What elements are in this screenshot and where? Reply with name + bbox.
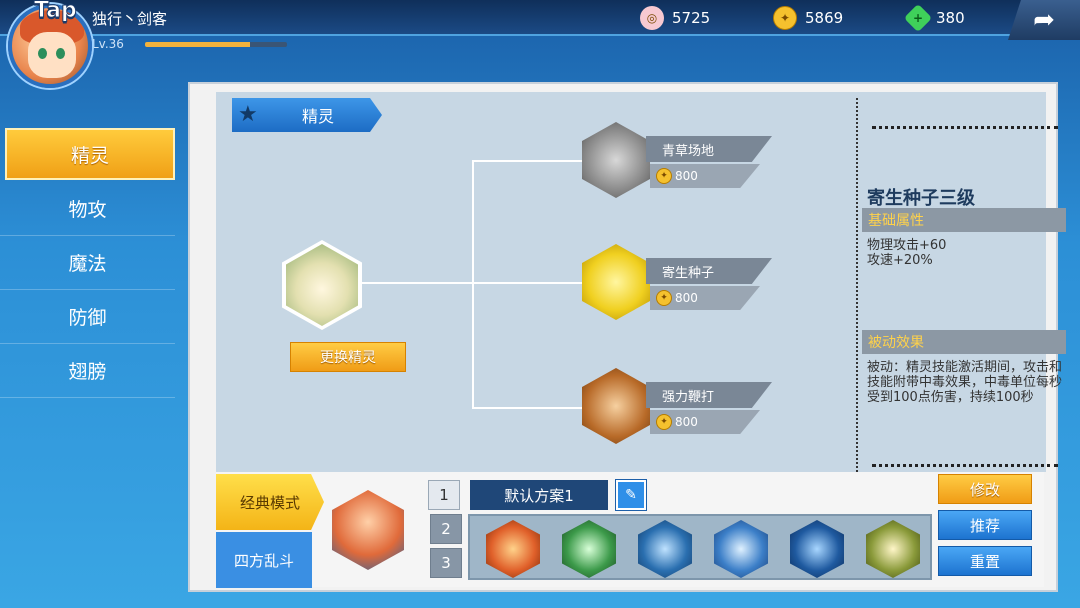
edit-icon[interactable]: ✎ [615, 479, 647, 511]
player-name: 独行丶剑客 [92, 10, 168, 28]
skill-name: 寄生种子 [646, 258, 772, 284]
shell-icon: ◎ [640, 6, 664, 30]
section-title: 精灵 [302, 107, 335, 126]
avatar-eye [38, 48, 47, 59]
sidebar-item-label: 物攻 [68, 199, 107, 221]
tree-connector [354, 282, 474, 284]
base-attr-1: 物理攻击+60 [867, 238, 947, 253]
detail-divider [856, 98, 858, 472]
base-attr-header: 基础属性 [862, 208, 1066, 232]
skill-name: 强力鞭打 [646, 382, 772, 408]
sidebar-item-defense[interactable]: 防御 [0, 290, 175, 344]
gem-amount: 380 [936, 9, 965, 27]
tree-connector [472, 407, 582, 409]
slot-warrior-icon[interactable] [638, 520, 692, 578]
skill-cost-value: 800 [675, 291, 698, 305]
loadout-bar: 经典模式 四方乱斗 1 2 3 默认方案1 ✎ 修改 推荐 重置 [216, 472, 1044, 588]
mode-classic-button[interactable]: 经典模式 [216, 474, 324, 530]
sidebar-item-label: 翅膀 [68, 361, 107, 383]
sidebar-item-magic[interactable]: 魔法 [0, 236, 175, 290]
passive-text: 被动：精灵技能激活期间，攻击和技能附带中毒效果，中毒单位每秒受到100点伤害，持… [867, 360, 1063, 405]
spirit-portrait [286, 244, 358, 326]
avatar-eye [56, 48, 65, 59]
skill-cost: ✦ 800 [650, 410, 760, 434]
main-panel: ★ 精灵 更换精灵 青草场地 ✦ 800 寄生种子 ✦ 800 强力鞭打 ✦ 800 … [188, 82, 1066, 592]
tree-connector [472, 282, 582, 284]
gold-coin-icon: ✦ [656, 168, 672, 184]
equipped-skills [468, 514, 932, 580]
skill-icon-grass-field[interactable] [582, 122, 650, 198]
currency-gem[interactable]: + 380 [903, 3, 965, 33]
passive-header: 被动效果 [862, 330, 1066, 354]
gold-coin-icon: ✦ [773, 6, 797, 30]
xp-bar [145, 42, 287, 47]
skill-icon-leech-seed[interactable] [582, 244, 650, 320]
shell-amount: 5725 [672, 9, 711, 27]
slot-hammer-icon[interactable] [714, 520, 768, 578]
skill-cost: ✦ 800 [650, 164, 760, 188]
swap-spirit-button[interactable]: 更换精灵 [290, 342, 406, 372]
base-attr-2: 攻速+20% [867, 253, 933, 268]
dotted-rule [872, 464, 1058, 467]
dotted-rule [872, 126, 1058, 129]
mode-brawl-button[interactable]: 四方乱斗 [216, 532, 312, 588]
tree-connector [472, 160, 582, 162]
xp-bar-fill [145, 42, 251, 47]
slot-nature-icon[interactable] [866, 520, 920, 578]
player-level: Lv.36 [92, 37, 124, 51]
sidebar-item-label: 精灵 [70, 144, 109, 167]
reset-button[interactable]: 重置 [938, 546, 1032, 576]
plan-name: 默认方案1 [470, 480, 608, 510]
slot-shield-icon[interactable] [790, 520, 844, 578]
avatar-face [28, 32, 76, 78]
sidebar-item-spirit[interactable]: 精灵 [5, 128, 175, 180]
skill-cost-value: 800 [675, 169, 698, 183]
sidebar-item-label: 防御 [68, 307, 107, 329]
sidebar: 精灵 物攻 魔法 防御 翅膀 [0, 128, 180, 398]
recommend-button[interactable]: 推荐 [938, 510, 1032, 540]
skill-name: 青草场地 [646, 136, 772, 162]
gold-coin-icon: ✦ [656, 290, 672, 306]
skill-cost: ✦ 800 [650, 286, 760, 310]
currency-gold: ✦ 5869 [773, 6, 843, 30]
sidebar-item-wings[interactable]: 翅膀 [0, 344, 175, 398]
back-arrow-icon: ➦ [1033, 5, 1055, 35]
sidebar-item-label: 魔法 [68, 253, 107, 275]
skill-cost-value: 800 [675, 415, 698, 429]
currency-shell: ◎ 5725 [640, 6, 710, 30]
plan-1-button[interactable]: 1 [428, 480, 460, 510]
gold-coin-icon: ✦ [656, 414, 672, 430]
tap-logo: Tap [34, 0, 78, 24]
tree-connector [472, 160, 474, 408]
skill-icon-vine-whip[interactable] [582, 368, 650, 444]
modify-button[interactable]: 修改 [938, 474, 1032, 504]
plan-3-button[interactable]: 3 [430, 548, 462, 578]
hero-portrait[interactable] [332, 490, 404, 570]
green-gem-icon: + [903, 3, 933, 33]
slot-leaf-icon[interactable] [562, 520, 616, 578]
detail-title: 寄生种子三级 [867, 188, 975, 209]
gold-amount: 5869 [805, 9, 844, 27]
skill-tree-area: ★ 精灵 更换精灵 青草场地 ✦ 800 寄生种子 ✦ 800 强力鞭打 ✦ 800 … [216, 92, 1066, 472]
spirit-portrait-frame[interactable] [282, 240, 362, 330]
star-icon: ★ [238, 102, 258, 127]
plan-2-button[interactable]: 2 [430, 514, 462, 544]
slot-fire-icon[interactable] [486, 520, 540, 578]
sidebar-item-physical[interactable]: 物攻 [0, 182, 175, 236]
